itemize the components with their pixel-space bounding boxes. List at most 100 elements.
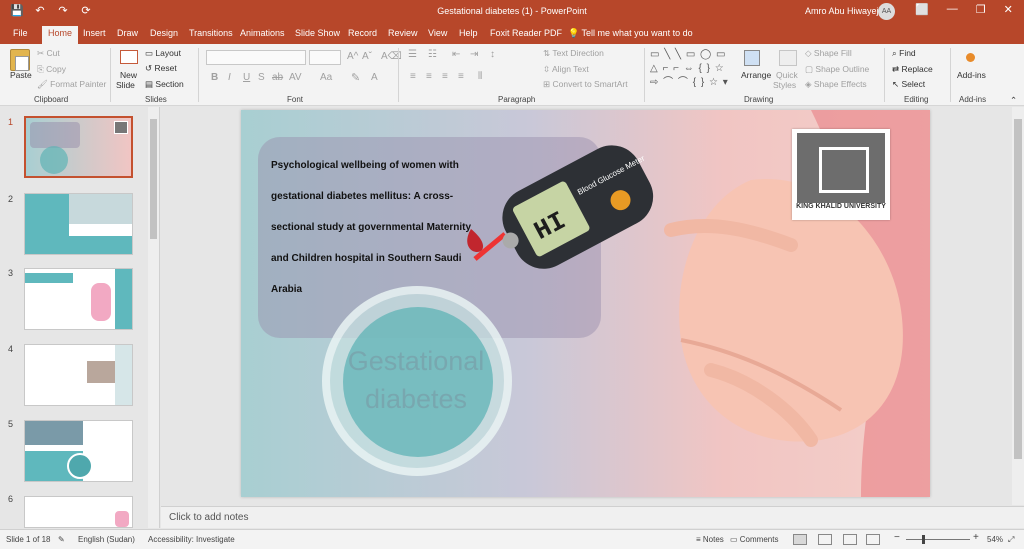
slide-title[interactable]: Psychological wellbeing of women with ge… [271,150,491,305]
columns-icon[interactable]: ⫴ [478,71,482,82]
copy-button[interactable]: ⎘ Copy [37,64,66,75]
clipboard-paste-icon[interactable] [10,49,30,71]
editor-scrollbar[interactable] [1012,107,1024,505]
ribbon-display-icon[interactable]: ⬜ [915,3,929,16]
arrange-button[interactable]: Arrange [741,70,771,80]
section-button[interactable]: ▤ Section [145,79,184,90]
select-button[interactable]: ↖ Select [892,79,925,90]
tab-slide-show[interactable]: Slide Show [295,28,340,38]
language-status[interactable]: English (Sudan) [78,535,135,544]
shape-effects-button[interactable]: ◈ Shape Effects [805,79,867,90]
align-left-icon[interactable]: ≡ [410,71,416,82]
tab-help[interactable]: Help [459,28,478,38]
increase-indent-icon[interactable]: ⇥ [470,49,478,60]
restore-icon[interactable]: ❐ [976,3,986,16]
notes-pane[interactable]: Click to add notes [161,506,1024,528]
underline-button[interactable]: U [243,72,250,83]
quick-styles-icon[interactable] [779,50,797,66]
shadow-button[interactable]: S [258,72,265,83]
tab-review[interactable]: Review [388,28,418,38]
normal-view-icon[interactable] [793,534,807,545]
font-size-decrease-icon[interactable]: Aˇ [362,51,372,62]
find-button[interactable]: ⌕ Find [892,48,916,59]
slide-thumbnail-4[interactable] [24,344,133,406]
user-name[interactable]: Amro Abu Hiwayej [805,6,879,16]
tab-insert[interactable]: Insert [83,28,106,38]
arrange-icon[interactable] [744,50,760,66]
cut-button[interactable]: ✂ Cut [37,48,60,59]
zoom-level[interactable]: 54% [987,535,1003,544]
align-right-icon[interactable]: ≡ [442,71,448,82]
current-slide[interactable]: Gestational diabetes Psychological wellb… [241,110,930,497]
change-case-button[interactable]: Aa [320,72,332,83]
highlight-icon[interactable]: ✎ [351,71,360,84]
shapes-gallery[interactable]: ▭ ╲ ╲ ▭ ◯ ▭ △ ⌐ ⌐ ⇔ { } ☆ ⇨ ⌒ ⌒ { } ☆ ▾ [650,48,738,90]
new-slide-button-line2[interactable]: Slide [116,80,135,90]
text-direction-button[interactable]: ⇅ Text Direction [543,48,604,59]
slide-sorter-view-icon[interactable] [818,534,832,545]
bullets-icon[interactable]: ☰ [408,49,417,60]
slide-thumbnail-5[interactable] [24,420,133,482]
shape-outline-button[interactable]: ▢ Shape Outline [805,64,869,75]
slide-show-view-icon[interactable] [866,534,880,545]
paste-button[interactable]: Paste [10,70,32,80]
font-name-dropdown[interactable] [206,50,306,65]
accessibility-status[interactable]: Accessibility: Investigate [148,535,235,544]
minimize-icon[interactable]: — [947,3,958,16]
format-painter-button[interactable]: 🖌 Format Painter [37,79,106,90]
slide-thumbnail-6[interactable] [24,496,133,528]
tab-draw[interactable]: Draw [117,28,138,38]
character-spacing-button[interactable]: AV [289,72,302,83]
zoom-slider[interactable] [906,539,970,540]
quick-styles-button[interactable]: Quick [776,70,798,80]
tab-file[interactable]: File [13,28,28,38]
align-text-button[interactable]: ⇳ Align Text [543,64,589,75]
quick-styles-button-line2[interactable]: Styles [773,80,796,90]
tab-design[interactable]: Design [150,28,178,38]
addins-icon[interactable] [966,53,975,62]
notes-toggle[interactable]: ≡ Notes [696,535,724,544]
tab-view[interactable]: View [428,28,447,38]
avatar[interactable]: AA [878,3,895,20]
addins-button[interactable]: Add-ins [957,70,986,80]
tab-foxit-reader-pdf[interactable]: Foxit Reader PDF [490,28,562,38]
bold-button[interactable]: B [211,72,218,83]
shape-fill-button[interactable]: ◇ Shape Fill [805,48,852,59]
reading-view-icon[interactable] [843,534,857,545]
slide-thumbnail-1[interactable] [24,116,133,178]
font-size-increase-icon[interactable]: A^ [347,51,358,62]
font-color-button[interactable]: A [371,72,378,83]
convert-smartart-button[interactable]: ⊞ Convert to SmartArt [543,79,628,90]
thumbnails-scrollbar-thumb[interactable] [150,119,157,239]
close-icon[interactable]: ✕ [1004,3,1013,16]
zoom-in-icon[interactable]: + [973,532,979,543]
align-center-icon[interactable]: ≡ [426,71,432,82]
editor-scrollbar-thumb[interactable] [1014,119,1022,459]
new-slide-icon[interactable] [120,50,138,64]
collapse-ribbon-icon[interactable]: ⌃ [1010,95,1017,106]
comments-toggle[interactable]: ▭ Comments [730,535,778,544]
fit-to-window-icon[interactable]: ⤢ [1008,535,1014,545]
slide-thumbnail-3[interactable] [24,268,133,330]
layout-button[interactable]: ▭ Layout [145,48,181,59]
new-slide-button[interactable]: New [120,70,137,80]
spellcheck-icon[interactable]: ✎ [58,535,65,544]
line-spacing-icon[interactable]: ↕ [490,49,495,60]
reset-button[interactable]: ↺ Reset [145,63,177,74]
tab-animations[interactable]: Animations [240,28,285,38]
tell-me-search[interactable]: 💡 Tell me what you want to do [568,28,693,39]
zoom-out-icon[interactable]: − [894,532,900,543]
italic-button[interactable]: I [228,72,231,83]
thumbnails-scrollbar[interactable] [148,107,159,528]
replace-button[interactable]: ⇄ Replace [892,64,933,75]
tab-record[interactable]: Record [348,28,377,38]
decrease-indent-icon[interactable]: ⇤ [452,49,460,60]
tab-home[interactable]: Home [42,26,79,44]
slide-thumbnail-2[interactable] [24,193,133,255]
notes-placeholder[interactable]: Click to add notes [169,512,249,523]
font-size-dropdown[interactable] [309,50,341,65]
numbering-icon[interactable]: ☷ [428,49,437,60]
tab-transitions[interactable]: Transitions [189,28,233,38]
strikethrough-button[interactable]: ab [272,72,283,83]
zoom-slider-thumb[interactable] [922,535,925,544]
